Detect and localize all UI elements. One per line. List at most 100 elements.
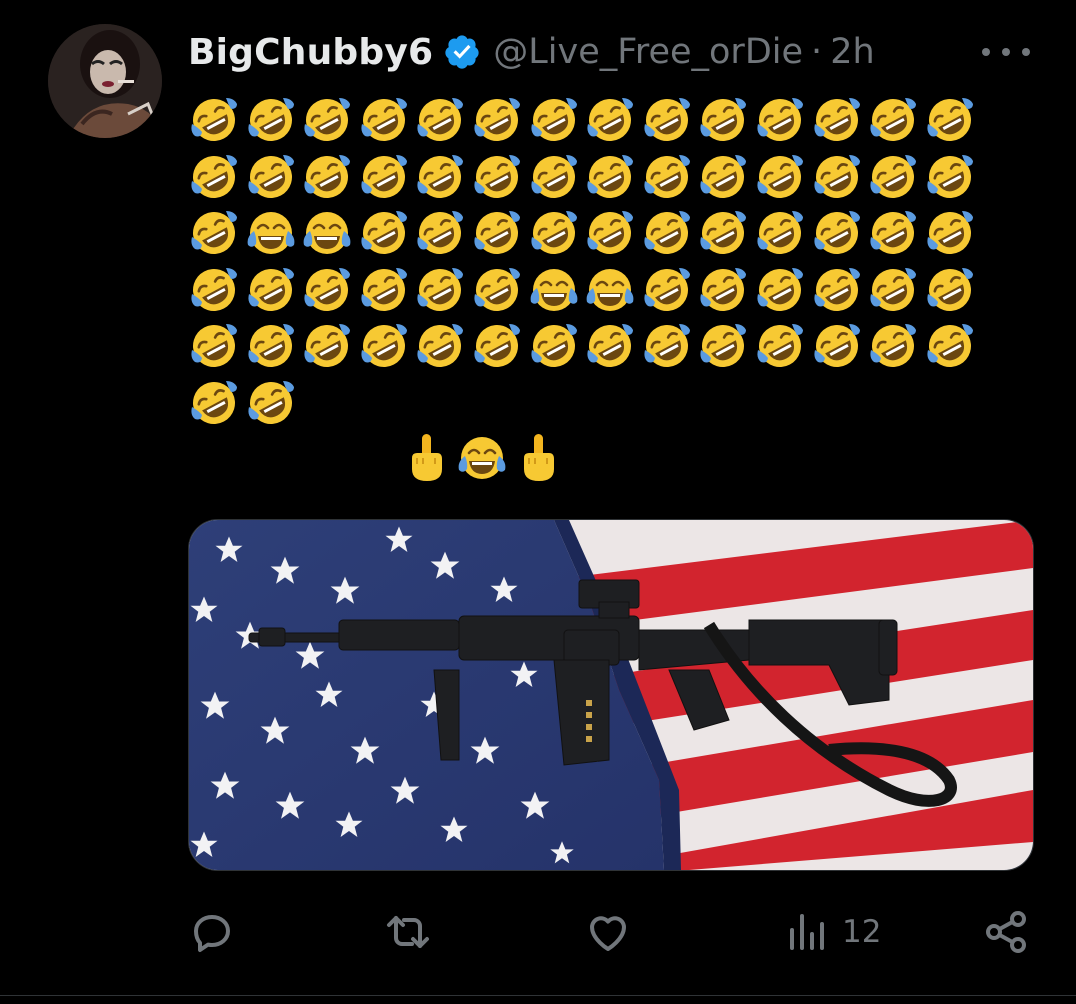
rofl-emoji-icon [641, 320, 693, 372]
rofl-emoji-icon [754, 264, 806, 316]
rofl-emoji-icon [697, 320, 749, 372]
joy-emoji-icon [584, 264, 636, 316]
rofl-emoji-icon [584, 207, 636, 259]
timestamp[interactable]: 2h [830, 32, 874, 72]
rofl-emoji-icon [414, 264, 466, 316]
user-handle[interactable]: @Live_Free_orDie [493, 32, 803, 72]
display-name[interactable]: BigChubby6 [188, 32, 433, 73]
rofl-emoji-icon [584, 320, 636, 372]
rofl-emoji-icon [867, 320, 919, 372]
rofl-emoji-icon [584, 151, 636, 203]
rofl-emoji-icon [301, 151, 353, 203]
share-icon [982, 908, 1030, 956]
rofl-emoji-icon [754, 151, 806, 203]
rofl-emoji-icon [697, 207, 749, 259]
rofl-emoji-icon [188, 264, 240, 316]
rofl-emoji-icon [867, 151, 919, 203]
rofl-emoji-icon [301, 94, 353, 146]
rofl-emoji-icon [188, 207, 240, 259]
rofl-emoji-icon [641, 94, 693, 146]
rofl-emoji-icon [528, 207, 580, 259]
rofl-emoji-icon [528, 94, 580, 146]
rofl-emoji-icon [754, 94, 806, 146]
avatar[interactable] [48, 24, 162, 138]
rofl-emoji-icon [358, 94, 410, 146]
rofl-emoji-icon [697, 264, 749, 316]
rofl-emoji-icon [358, 151, 410, 203]
tweet-header: BigChubby6 @Live_Free_orDie · 2h [188, 22, 875, 82]
rofl-emoji-icon [754, 320, 806, 372]
rofl-emoji-icon [245, 94, 297, 146]
rofl-emoji-icon [528, 151, 580, 203]
like-button[interactable] [584, 900, 632, 964]
rofl-emoji-icon [471, 320, 523, 372]
more-options-icon[interactable] [982, 36, 1030, 68]
rofl-emoji-icon [471, 151, 523, 203]
rofl-emoji-icon [697, 94, 749, 146]
rofl-emoji-icon [301, 264, 353, 316]
rofl-emoji-icon [811, 207, 863, 259]
like-icon [584, 908, 632, 956]
rofl-emoji-icon [924, 207, 976, 259]
separator-dot: · [811, 32, 823, 72]
rofl-emoji-icon [245, 151, 297, 203]
joy-emoji-icon [528, 264, 580, 316]
rofl-emoji-icon [584, 94, 636, 146]
verified-badge-icon [443, 33, 481, 71]
rofl-emoji-icon [867, 207, 919, 259]
rofl-emoji-icon [471, 207, 523, 259]
rofl-emoji-icon [245, 320, 297, 372]
views-button[interactable]: 12 [784, 900, 881, 964]
rofl-emoji-icon [811, 320, 863, 372]
rofl-emoji-icon [641, 207, 693, 259]
rofl-emoji-icon [924, 151, 976, 203]
rofl-emoji-icon [811, 94, 863, 146]
rofl-emoji-icon [471, 94, 523, 146]
reply-button[interactable] [188, 900, 236, 964]
rofl-emoji-icon [924, 320, 976, 372]
rofl-emoji-icon [754, 207, 806, 259]
tweet-actions: 12 [188, 900, 1032, 964]
avatar-image [48, 24, 162, 138]
rofl-emoji-icon [188, 151, 240, 203]
rofl-emoji-icon [188, 320, 240, 372]
middle-finger-emoji-icon [400, 432, 452, 484]
divider [0, 995, 1076, 996]
rofl-emoji-icon [641, 151, 693, 203]
rofl-emoji-icon [697, 151, 749, 203]
rofl-emoji-icon [811, 151, 863, 203]
rofl-emoji-icon [414, 94, 466, 146]
rofl-emoji-icon [358, 207, 410, 259]
rofl-emoji-icon [188, 377, 240, 429]
rofl-emoji-icon [245, 264, 297, 316]
repost-button[interactable] [384, 900, 432, 964]
share-button[interactable] [982, 900, 1030, 964]
rofl-emoji-icon [358, 320, 410, 372]
repost-icon [384, 908, 432, 956]
rofl-emoji-icon [188, 94, 240, 146]
rofl-emoji-icon [358, 264, 410, 316]
rofl-emoji-icon [528, 320, 580, 372]
middle-finger-emoji-icon [512, 432, 564, 484]
rofl-emoji-icon [414, 151, 466, 203]
tweet-media-photo[interactable] [188, 519, 1034, 871]
tweet[interactable]: BigChubby6 @Live_Free_orDie · 2h 12 [0, 0, 1076, 1004]
rofl-emoji-icon [245, 377, 297, 429]
views-count: 12 [842, 914, 882, 950]
joy-emoji-icon [456, 432, 508, 484]
rofl-emoji-icon [301, 320, 353, 372]
rofl-emoji-icon [414, 320, 466, 372]
rifle-on-flag-image [189, 520, 1033, 870]
reply-icon [188, 908, 236, 956]
views-icon [784, 908, 832, 956]
rofl-emoji-icon [641, 264, 693, 316]
rofl-emoji-icon [471, 264, 523, 316]
rofl-emoji-icon [867, 94, 919, 146]
joy-emoji-icon [301, 207, 353, 259]
rofl-emoji-icon [414, 207, 466, 259]
rofl-emoji-icon [924, 264, 976, 316]
rofl-emoji-icon [867, 264, 919, 316]
rofl-emoji-icon [811, 264, 863, 316]
rofl-emoji-icon [924, 94, 976, 146]
joy-emoji-icon [245, 207, 297, 259]
